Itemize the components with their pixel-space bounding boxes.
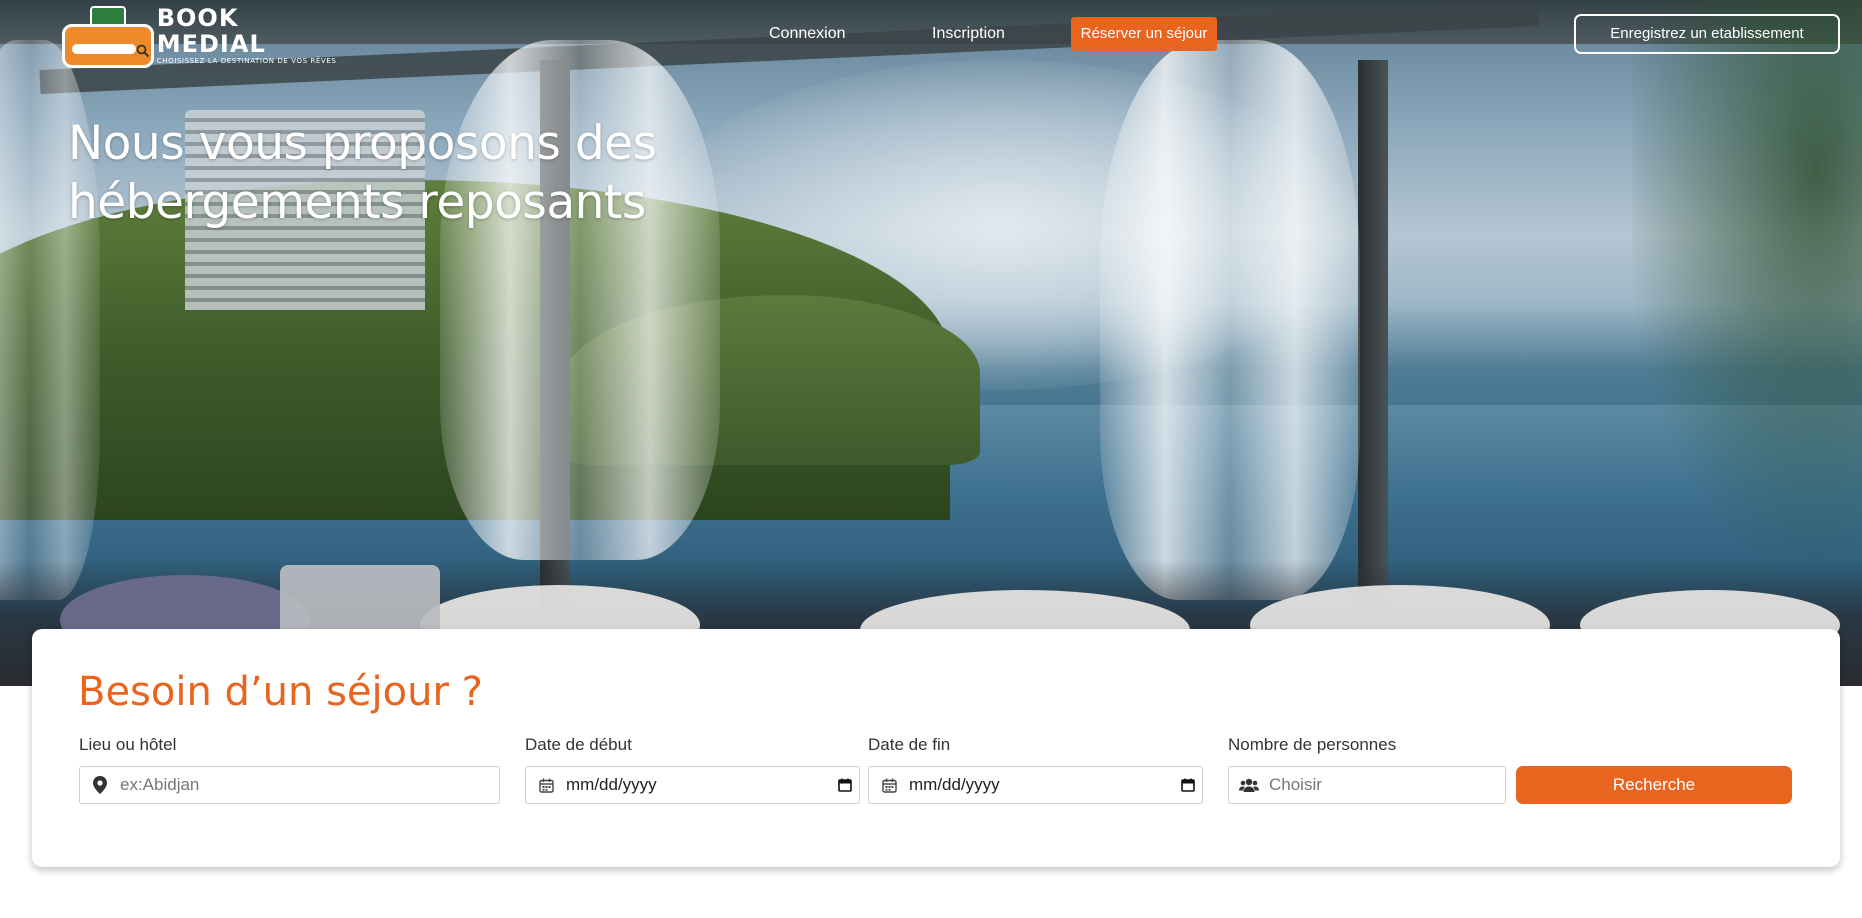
brand-logo[interactable]: BOOK MEDIAL CHOISISSEZ LA DESTINATION DE… [60,2,350,68]
search-button[interactable]: Recherche [1516,766,1792,804]
location-placeholder: ex:Abidjan [120,775,200,794]
guests-select[interactable]: Choisir [1228,766,1506,804]
date-picker-icon[interactable] [1174,767,1202,803]
brand-tagline: CHOISISSEZ LA DESTINATION DE VOS RÊVES [156,56,337,65]
search-panel-title: Besoin d’un séjour ? [78,669,483,715]
guests-label: Nombre de personnes [1228,735,1397,754]
hero-title-line: Nous vous proposons des [68,116,657,171]
end-date-label: Date de fin [868,735,951,754]
register-establishment-button[interactable]: Enregistrez un etablissement [1574,14,1840,54]
hero-curtain [1100,40,1360,600]
hero-title-line: hébergements reposants [68,175,646,230]
date-picker-icon[interactable] [831,767,859,803]
suitcase-logo-icon [60,2,154,68]
start-date-label: Date de début [525,735,632,754]
nav-login-link[interactable]: Connexion [769,17,846,51]
search-panel: Besoin d’un séjour ? Lieu ou hôtel ex:Ab… [32,629,1840,867]
end-date-value: mm/dd/yyyy [909,775,1000,794]
users-icon [1229,767,1269,803]
end-date-input[interactable]: mm/dd/yyyy [868,766,1203,804]
brand-name: BOOK MEDIAL [156,3,266,58]
nav-signup-link[interactable]: Inscription [932,17,1005,51]
location-label: Lieu ou hôtel [79,735,177,754]
guests-placeholder: Choisir [1269,775,1322,794]
start-date-input[interactable]: mm/dd/yyyy [525,766,860,804]
hero-laptop [280,565,440,635]
hero-palm [1632,0,1862,560]
location-input[interactable]: ex:Abidjan [79,766,500,804]
calendar-icon [526,767,566,803]
nav-book-stay-button[interactable]: Réserver un séjour [1071,17,1217,51]
map-marker-icon [80,767,120,803]
hero-title: Nous vous proposons des hébergements rep… [68,114,828,232]
hero-banner [0,0,1862,686]
start-date-value: mm/dd/yyyy [566,775,657,794]
calendar-icon [869,767,909,803]
